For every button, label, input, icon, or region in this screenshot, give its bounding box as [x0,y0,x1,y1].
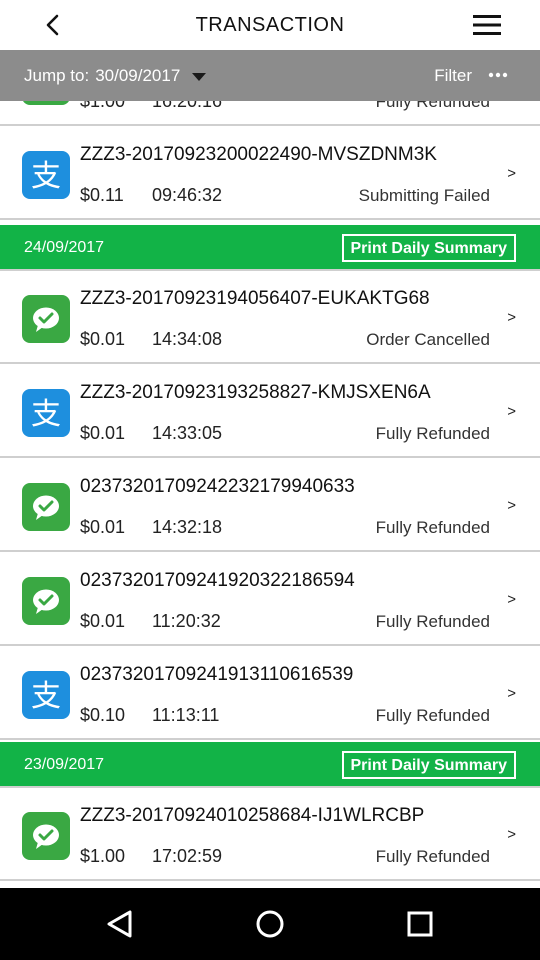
transaction-id: 02373201709242232179940633 [80,476,355,497]
transaction-time: 14:34:08 [152,329,223,349]
transaction-status: Submitting Failed [358,186,490,205]
wechat-pay-icon [22,483,70,531]
wechat-pay-icon [22,101,70,105]
alipay-icon: 支 [22,671,70,719]
day-header: 24/09/2017 Print Daily Summary [0,225,540,271]
transaction-id: 02373201709241913110616539 [80,664,354,685]
transaction-status: Fully Refunded [375,101,490,111]
page-title: TRANSACTION [195,13,345,36]
transaction-time: 09:46:32 [152,185,223,205]
transaction-row[interactable]: 02373201709242232179940633 $0.01 14:32:1… [0,460,540,552]
nav-home-circle-icon[interactable] [254,908,286,940]
transaction-time: 14:33:05 [152,423,223,443]
day-header: 23/09/2017 Print Daily Summary [0,742,540,788]
svg-text:支: 支 [31,397,61,430]
transaction-list[interactable]: $1.00 16:20:16 Fully Refunded 支 ZZZ3-201… [0,101,540,888]
transaction-row[interactable]: $1.00 16:20:16 Fully Refunded [0,101,540,126]
wechat-pay-icon [22,812,70,860]
chevron-right-icon: > [507,309,516,326]
transaction-status: Fully Refunded [375,612,490,631]
svg-text:支: 支 [31,159,61,192]
transaction-status: Fully Refunded [375,847,490,866]
transaction-amount: $0.10 [80,705,126,725]
jump-to-bar: Jump to: 30/09/2017 Filter [0,50,540,101]
transaction-status: Fully Refunded [375,424,490,443]
transaction-status: Order Cancelled [366,330,490,349]
transaction-row[interactable]: 支 ZZZ3-20170923193258827-KMJSXEN6A $0.01… [0,366,540,458]
transaction-row[interactable]: 支 ZZZ3-20170923200022490-MVSZDNM3K $0.11… [0,128,540,220]
wechat-pay-icon [22,577,70,625]
dropdown-caret-icon [192,72,207,81]
transaction-id: ZZZ3-20170923193258827-KMJSXEN6A [80,382,431,403]
transaction-time: 14:32:18 [152,517,223,537]
svg-text:支: 支 [31,679,61,712]
system-navigation-bar [0,888,540,960]
day-header-date: 23/09/2017 [24,756,105,773]
transaction-amount: $0.01 [80,423,126,443]
print-daily-summary-button[interactable]: Print Daily Summary [341,751,516,779]
jump-to-date-value: 30/09/2017 [95,65,181,85]
transaction-amount: $0.01 [80,329,126,349]
chevron-right-icon: > [507,165,516,182]
transaction-time: 17:02:59 [152,846,223,866]
transaction-amount: $0.11 [80,185,124,205]
jump-to-label: Jump to: [24,65,90,85]
transaction-row[interactable]: ZZZ3-20170924010258684-IJ1WLRCBP $1.00 1… [0,789,540,881]
chevron-right-icon: > [507,497,516,514]
transaction-amount: $0.01 [80,611,126,631]
jump-to-date-dropdown[interactable]: Jump to: 30/09/2017 [24,50,207,101]
transaction-id: ZZZ3-20170923200022490-MVSZDNM3K [80,144,437,165]
chevron-right-icon: > [507,403,516,420]
nav-recents-square-icon[interactable] [404,908,436,940]
day-header-date: 24/09/2017 [24,239,105,256]
transaction-row[interactable]: 02373201709241920322186594 $0.01 11:20:3… [0,554,540,646]
transaction-amount: $1.00 [80,101,126,111]
alipay-icon: 支 [22,389,70,437]
transaction-id: ZZZ3-20170923194056407-EUKAKTG68 [80,288,430,309]
chevron-right-icon: > [507,685,516,702]
transaction-id: 02373201709241920322186594 [80,570,355,591]
nav-back-triangle-icon[interactable] [104,908,136,940]
app-header: TRANSACTION [0,0,540,50]
chevron-right-icon: > [507,826,516,843]
transaction-amount: $1.00 [80,846,126,866]
alipay-icon: 支 [22,151,70,199]
transaction-status: Fully Refunded [375,706,490,725]
transaction-row[interactable]: 支 02373201709241913110616539 $0.10 11:13… [0,648,540,740]
transaction-row[interactable]: ZZZ3-20170923194056407-EUKAKTG68 $0.01 1… [0,272,540,364]
transaction-id: ZZZ3-20170924010258684-IJ1WLRCBP [80,805,425,826]
more-options-icon[interactable] [488,68,508,82]
chevron-right-icon: > [507,591,516,608]
transaction-time: 16:20:16 [152,101,223,111]
transaction-amount: $0.01 [80,517,126,537]
wechat-pay-icon [22,295,70,343]
back-arrow-icon[interactable] [40,12,66,38]
transaction-time: 11:13:11 [152,705,220,725]
transaction-time: 11:20:32 [152,611,221,631]
transaction-status: Fully Refunded [375,518,490,537]
filter-button[interactable]: Filter [434,50,472,101]
print-daily-summary-button[interactable]: Print Daily Summary [341,234,516,262]
hamburger-menu-icon[interactable] [472,13,502,37]
